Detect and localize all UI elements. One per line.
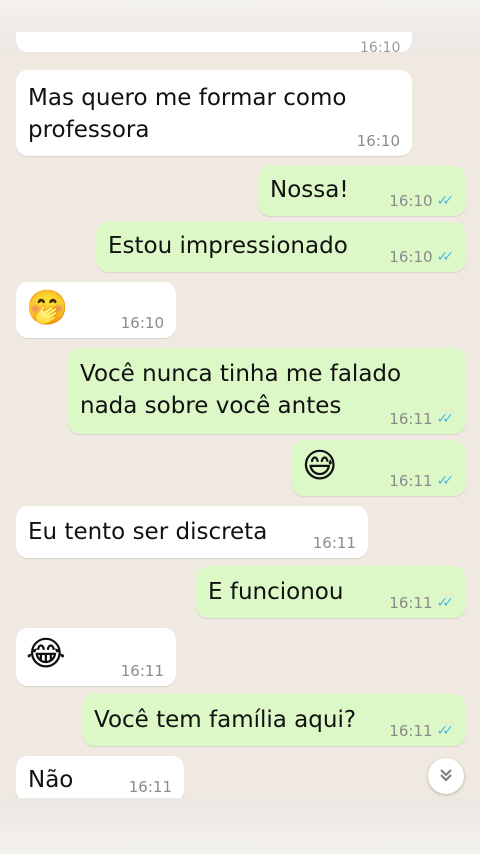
message-emoji: 😂 [26,634,66,674]
bottom-bar [0,798,480,854]
message-emoji: 😅 [302,446,338,486]
message-incoming[interactable]: Não 16:11 [16,756,184,802]
message-emoji: 🤭 [26,288,69,328]
message-time: 16:11 [312,534,356,552]
message-outgoing[interactable]: Você tem família aqui? 16:11 ✓✓ [82,694,466,746]
chat-area[interactable]: 16:10 Mas quero me formar como professor… [0,0,480,854]
message-outgoing[interactable]: Você nunca tinha me falado nada sobre vo… [68,348,466,434]
message-text: E funcionou [208,579,344,605]
message-incoming[interactable]: Eu tento ser discreta 16:11 [16,506,368,558]
message-incoming[interactable]: 🤭 16:10 [16,282,176,338]
message-outgoing[interactable]: 😅 16:11 ✓✓ [292,440,466,496]
previous-message-time: 16:10 [360,40,401,56]
message-incoming[interactable]: 😂 16:11 [16,628,176,686]
message-outgoing[interactable]: Nossa! 16:10 ✓✓ [258,166,466,216]
double-check-icon: ✓✓ [436,595,455,611]
double-check-icon: ✓✓ [436,473,455,489]
message-outgoing[interactable]: E funcionou 16:11 ✓✓ [196,566,466,618]
message-time: 16:11 [120,662,164,680]
message-time: 16:11 ✓✓ [389,594,454,612]
message-text: Nossa! [270,177,349,203]
message-time: 16:11 ✓✓ [389,722,454,740]
double-check-icon: ✓✓ [436,411,455,427]
double-check-icon: ✓✓ [436,723,455,739]
message-time: 16:10 ✓✓ [389,192,454,210]
message-time: 16:10 ✓✓ [389,248,454,266]
scroll-to-bottom-button[interactable] [428,758,464,794]
double-check-icon: ✓✓ [436,193,455,209]
double-check-icon: ✓✓ [436,249,455,265]
message-time: 16:11 ✓✓ [389,410,454,428]
message-text: Não [28,767,74,793]
message-text: Mas quero me formar como professora [28,85,347,143]
message-time: 16:10 [120,314,164,332]
message-incoming[interactable]: Mas quero me formar como professora 16:1… [16,70,412,156]
message-time: 16:11 [128,778,172,796]
chevron-double-down-icon [438,767,454,785]
message-text: Estou impressionado [108,233,348,259]
message-text: Você tem família aqui? [94,707,357,733]
previous-message-bubble [16,32,412,52]
message-outgoing[interactable]: Estou impressionado 16:10 ✓✓ [96,222,466,272]
message-time: 16:10 [356,132,400,150]
message-text: Eu tento ser discreta [28,519,268,545]
message-time: 16:11 ✓✓ [389,472,454,490]
